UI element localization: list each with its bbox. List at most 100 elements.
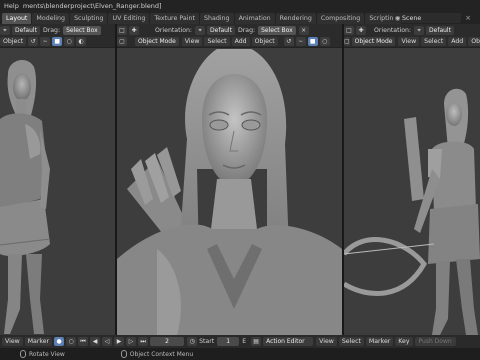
add-menu[interactable]: Add	[231, 37, 250, 46]
prev-key-icon[interactable]: ◀	[90, 337, 101, 346]
move-icon[interactable]: ✚	[129, 25, 139, 35]
start-frame-field[interactable]: 1	[217, 337, 240, 346]
status-context: Object Context Menu	[120, 350, 194, 358]
pivot-icon[interactable]: ↺	[283, 37, 294, 46]
drag-dropdown[interactable]: Select Box	[258, 25, 296, 35]
transform-orientation-icon[interactable]: ⌖	[414, 25, 425, 35]
action-editor-dropdown[interactable]: Action Editor	[263, 337, 314, 346]
editor-type-icon[interactable]: ▢	[117, 37, 127, 46]
select-menu[interactable]: Select	[338, 337, 364, 346]
keying-icon[interactable]: ○	[66, 337, 77, 346]
object-menu[interactable]: Object	[251, 37, 278, 46]
current-frame-field[interactable]: 2	[150, 337, 185, 346]
status-context-label: Object Context Menu	[129, 350, 194, 358]
view-menu[interactable]: View	[2, 337, 23, 346]
marker-menu[interactable]: Marker	[24, 337, 53, 346]
status-rotate-label: Rotate View	[29, 350, 65, 358]
viewport-header: ▢ Object Mode View Select Add Object ↺ ∼…	[117, 36, 342, 48]
clock-icon[interactable]: ◷	[187, 337, 198, 346]
elf-model-face-closeup	[117, 44, 342, 335]
scene-name: Scene	[402, 14, 422, 22]
pivot-icon[interactable]: ↺	[28, 37, 39, 46]
viewport-header: ▢ Object Mode View Select Add Object	[344, 36, 480, 48]
add-menu[interactable]: Add	[448, 37, 467, 46]
tool-settings-header: □ ✚ Orientation: ⌖ Default Drag: Select …	[117, 24, 342, 36]
start-label: Start	[199, 338, 215, 345]
select-menu[interactable]: Select	[421, 37, 447, 46]
orientation-label: Orientation:	[155, 26, 193, 34]
play-reverse-icon[interactable]: ◁	[102, 337, 113, 346]
mode-dropdown[interactable]: Object Mode	[135, 37, 179, 46]
scene-icon: ◉	[394, 14, 401, 22]
snap-toggle-icon[interactable]: ■	[52, 37, 63, 46]
viewport-right[interactable]: □ ✚ Orientation: ⌖ Default ▢ Object Mode…	[344, 24, 480, 335]
tool-settings-header: ⌖ Default Drag: Select Box	[0, 24, 115, 36]
file-path: ments\blenderproject\Elven_Ranger.blend]	[22, 2, 162, 10]
snap-toggle-icon[interactable]: ■	[307, 37, 318, 46]
move-icon[interactable]: ✚	[356, 25, 366, 35]
viewport-center[interactable]: □ ✚ Orientation: ⌖ Default Drag: Select …	[117, 24, 342, 335]
view-menu[interactable]: View	[316, 337, 337, 346]
tab-rendering[interactable]: Rendering	[275, 12, 316, 24]
next-key-icon[interactable]: ▷	[126, 337, 137, 346]
tab-uv-editing[interactable]: UV Editing	[108, 12, 150, 24]
select-tool-icon[interactable]: □	[344, 25, 354, 35]
close-icon[interactable]: ×	[298, 25, 309, 35]
record-icon[interactable]: ●	[54, 337, 65, 346]
view-menu[interactable]: View	[181, 37, 203, 46]
topbar: Help ments\blenderproject\Elven_Ranger.b…	[0, 0, 480, 12]
tab-shading[interactable]: Shading	[199, 12, 234, 24]
proportional-edit-icon[interactable]: ○	[64, 37, 75, 46]
end-label: E	[242, 338, 247, 345]
orientation-dropdown[interactable]: Default	[207, 25, 235, 35]
workspace-tabs: Layout Modeling Sculpting UV Editing Tex…	[0, 12, 480, 24]
drag-label: Drag:	[237, 26, 256, 34]
orientation-dropdown[interactable]: Default	[426, 25, 454, 35]
viewport-canvas-center[interactable]	[117, 44, 342, 335]
tab-animation[interactable]: Animation	[234, 12, 275, 24]
drag-label: Drag:	[42, 26, 61, 34]
status-bar: Rotate View Object Context Menu	[0, 348, 480, 360]
editor-type-icon[interactable]: ▢	[344, 37, 350, 46]
help-menu[interactable]: Help	[0, 2, 23, 10]
middle-mouse-icon	[20, 350, 26, 358]
scene-selector[interactable]: ◉ Scene	[393, 13, 461, 23]
overlay-icon[interactable]: ◐	[76, 37, 87, 46]
play-icon[interactable]: ▶	[114, 337, 125, 346]
jump-start-icon[interactable]: ⏮	[78, 337, 89, 346]
marker-menu[interactable]: Marker	[365, 337, 394, 346]
key-menu[interactable]: Key	[395, 337, 413, 346]
push-down-button[interactable]: Push Down	[414, 337, 456, 346]
editor-type-icon[interactable]: ▤	[251, 337, 262, 346]
tab-modeling[interactable]: Modeling	[32, 12, 70, 24]
orientation-label: Orientation:	[374, 26, 412, 34]
snap-icon[interactable]: ∼	[295, 37, 306, 46]
status-rotate: Rotate View	[20, 350, 65, 358]
object-menu[interactable]: Object	[468, 37, 480, 46]
mode-dropdown[interactable]: Object Mode	[351, 37, 396, 46]
viewport-canvas-right[interactable]	[344, 49, 480, 335]
view-menu[interactable]: View	[398, 37, 420, 46]
proportional-edit-icon[interactable]: ○	[319, 37, 330, 46]
select-menu[interactable]: Select	[204, 37, 230, 46]
select-tool-icon[interactable]: □	[117, 25, 127, 35]
viewport-canvas-left[interactable]	[0, 49, 115, 335]
object-menu[interactable]: Object	[0, 37, 27, 46]
close-icon[interactable]: ×	[463, 13, 473, 23]
elf-model-with-bow	[344, 49, 480, 335]
tab-layout[interactable]: Layout	[2, 12, 32, 24]
tab-sculpting[interactable]: Sculpting	[70, 12, 108, 24]
snap-icon[interactable]: ∼	[40, 37, 51, 46]
transform-orientation-icon[interactable]: ⌖	[195, 25, 206, 35]
tab-texture-paint[interactable]: Texture Paint	[150, 12, 199, 24]
right-mouse-icon	[120, 350, 127, 358]
tab-compositing[interactable]: Compositing	[316, 12, 365, 24]
jump-end-icon[interactable]: ⏭	[138, 337, 149, 346]
viewport-left[interactable]: ⌖ Default Drag: Select Box Object ↺ ∼ ■ …	[0, 24, 115, 335]
orientation-dropdown[interactable]: Default	[12, 25, 40, 35]
drag-dropdown[interactable]: Select Box	[63, 25, 101, 35]
elf-model-side-view	[0, 49, 115, 335]
transform-orientation-icon[interactable]: ⌖	[0, 25, 10, 35]
viewport-header: Object ↺ ∼ ■ ○ ◐	[0, 36, 115, 48]
tool-settings-header: □ ✚ Orientation: ⌖ Default	[344, 24, 480, 36]
